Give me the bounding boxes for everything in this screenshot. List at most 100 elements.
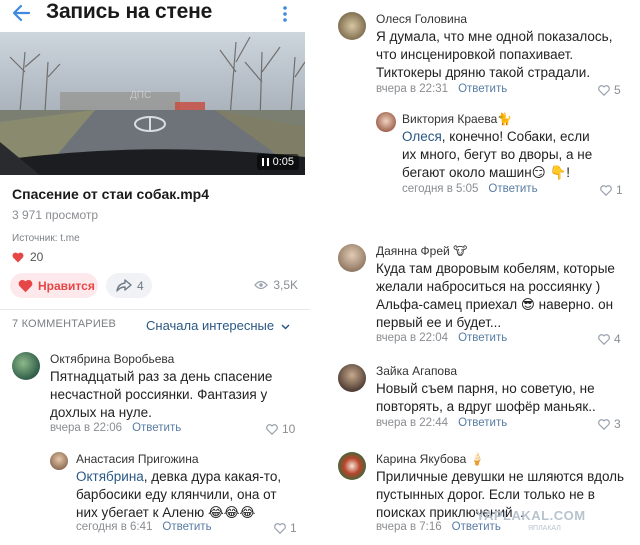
avatar[interactable] [338,452,366,480]
author-name: Карина Якубова [376,452,467,466]
comment-likes: 4 [614,332,621,346]
comment-meta: вчера в 22:31 Ответить [376,83,507,95]
comment-time: сегодня в 5:05 [402,183,479,195]
heart-icon [18,279,33,292]
heart-outline-icon [598,418,610,430]
video-duration: 0:05 [256,154,299,170]
comment-meta: сегодня в 6:41 Ответить [76,521,212,533]
mention-link[interactable]: Олеся [402,129,442,144]
comment-reply-item: Виктория Краева🐈 Олеся, конечно! Собаки,… [328,106,640,206]
author-name: Даянна Фрей [376,244,450,258]
post-source[interactable]: Источник: t.me [12,233,80,244]
eye-icon [254,280,269,290]
back-arrow-icon[interactable] [10,2,32,24]
watermark-sub: ЯПЛАКАЛ [528,525,561,532]
comment-likes: 5 [614,83,621,97]
comment-author[interactable]: Даянна Фрей 🐮 [376,244,467,258]
heart-icon [12,252,24,262]
duration-text: 0:05 [272,156,294,168]
avatar[interactable] [338,12,366,40]
comment-meta: вчера в 22:06 Ответить [50,422,181,434]
sort-label: Сначала интересные [146,318,275,333]
comment-meta: сегодня в 5:05 Ответить [402,183,538,195]
author-badge: 🐈 [497,112,513,126]
comment-author[interactable]: Виктория Краева🐈 [402,112,512,126]
avatar[interactable] [338,364,366,392]
comment-item: Зайка Агапова Новый съем парня, но совет… [328,360,640,440]
video-player[interactable]: ДПС 0:05 [0,32,305,175]
pause-icon [261,158,269,166]
reply-link[interactable]: Ответить [458,417,507,429]
heart-outline-icon [600,184,612,196]
share-arrow-icon [116,279,132,292]
comment-likes: 1 [290,521,297,535]
comment-text: Новый съем парня, но советую, не повторя… [376,381,596,414]
more-vertical-icon[interactable] [281,4,289,24]
avatar[interactable] [376,112,396,132]
page-title: Запись на стене [46,0,213,23]
comment-like[interactable]: 5 [598,83,621,97]
comment-time: вчера в 22:44 [376,417,449,429]
comment-text: Пятнадцатый раз за день спасение несчаст… [50,369,273,420]
comment-item: Карина Якубова 🍦 Приличные девушки не шл… [328,448,640,545]
comment-text: Я думала, что мне одной показалось, что … [376,29,613,80]
comment-reply-item: Анастасия Пригожина Октябрина, девка дур… [0,446,310,545]
view-count-text: 3,5K [273,278,298,292]
post-actions: Нравится 4 3,5K [10,273,302,299]
comment-like[interactable]: 1 [274,521,297,535]
comment-likes: 3 [614,417,621,431]
comment-item: Октябрина Воробьева Пятнадцатый раз за д… [0,344,310,444]
chevron-down-icon [281,324,290,330]
panel-gap [310,0,328,545]
sort-dropdown[interactable]: Сначала интересные [146,318,290,333]
comment-like[interactable]: 4 [598,332,621,346]
avatar[interactable] [12,352,40,380]
author-name: Виктория Краева [402,112,498,126]
left-screen: Запись на стене ДПС 0:05 Спасение от ста… [0,0,310,545]
comment-author[interactable]: Олеся Головина [376,12,467,26]
comment-time: вчера в 22:06 [50,422,123,434]
mention-link[interactable]: Октябрина [76,469,144,484]
reply-link[interactable]: Ответить [458,332,507,344]
comment-meta: вчера в 22:04 Ответить [376,332,507,344]
top-bar: Запись на стене [0,0,310,28]
reply-link[interactable]: Ответить [162,521,211,533]
reply-link[interactable]: Ответить [132,422,181,434]
share-count: 4 [137,278,144,293]
author-badge: 🐮 [453,244,468,258]
watermark: YAPLAKAL.COM [476,508,586,523]
plate-text: ДПС [130,90,151,101]
likes-summary[interactable]: 20 [12,250,43,264]
reply-link[interactable]: Ответить [458,83,507,95]
comment-time: вчера в 22:31 [376,83,449,95]
comment-text: Олеся, конечно! Собаки, если их много, б… [402,128,602,182]
like-button[interactable]: Нравится [10,273,98,298]
comment-likes: 1 [616,183,623,197]
likes-count: 20 [30,250,44,264]
like-button-label: Нравится [38,278,95,293]
comment-time: сегодня в 6:41 [76,521,153,533]
share-button[interactable]: 4 [106,273,152,298]
comment-text: Октябрина, девка дура какая-то, барбосик… [76,468,300,522]
comment-likes: 10 [282,422,296,436]
comment-like[interactable]: 3 [598,417,621,431]
comment-author[interactable]: Зайка Агапова [376,364,457,378]
avatar[interactable] [338,244,366,272]
avatar[interactable] [50,452,68,470]
right-screen: Олеся Головина Я думала, что мне одной п… [328,0,640,545]
comment-author[interactable]: Октябрина Воробьева [50,352,174,366]
reply-link[interactable]: Ответить [488,183,537,195]
divider [0,309,310,310]
author-badge: 🍦 [469,452,485,466]
comment-meta: вчера в 22:44 Ответить [376,417,507,429]
comment-item: Даянна Фрей 🐮 Куда там дворовым кобелям,… [328,240,640,350]
comment-like[interactable]: 1 [600,183,623,197]
heart-outline-icon [274,522,286,534]
comment-like[interactable]: 10 [266,422,295,436]
comment-text: Куда там дворовым кобелям, которые желал… [376,261,615,330]
comment-time: вчера в 22:04 [376,332,449,344]
comment-author[interactable]: Анастасия Пригожина [76,452,199,466]
post-title: Спасение от стаи собак.mp4 [12,186,209,202]
comment-author[interactable]: Карина Якубова 🍦 [376,452,485,466]
post-views: 3 971 просмотр [12,208,99,222]
